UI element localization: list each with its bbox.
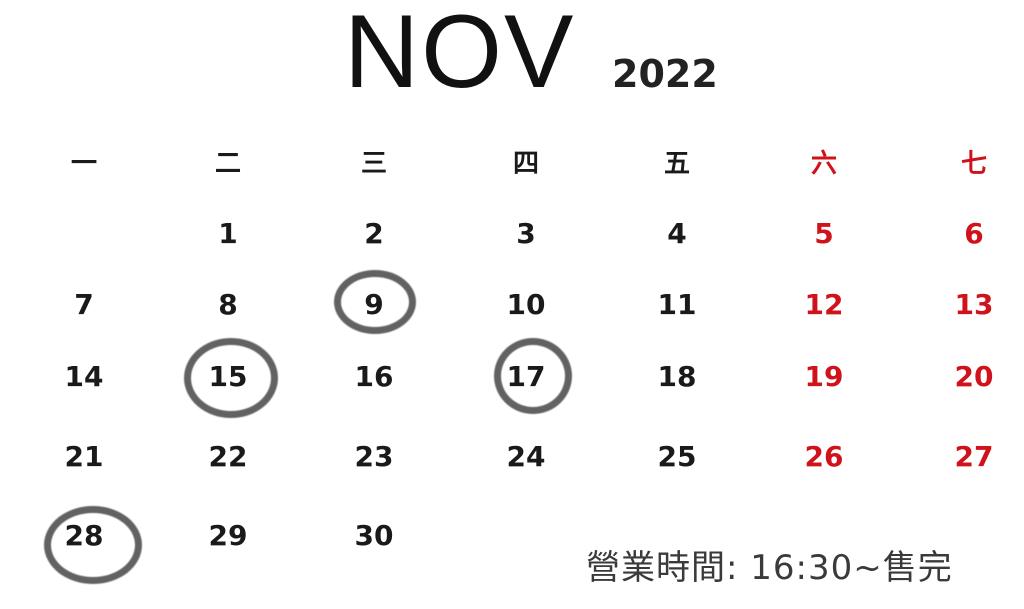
day-cell: 9 [364,288,384,321]
day-cell: 30 [354,519,394,552]
weekday-tue: 二 [214,149,241,179]
weekday-wed: 三 [360,149,387,179]
weekday-sat: 六 [810,149,837,179]
day-cell: 4 [667,217,687,250]
day-cell: 12 [804,288,844,321]
day-cell: 19 [804,360,844,393]
day-cell: 1 [218,217,238,250]
day-cell: 24 [506,440,546,473]
day-cell: 26 [804,440,844,473]
day-cell: 21 [64,440,104,473]
day-cell: 27 [954,440,994,473]
day-cell: 23 [354,440,394,473]
weekday-fri: 五 [663,149,690,179]
weekday-mon: 一 [70,149,97,179]
day-cell: 18 [657,360,697,393]
day-cell: 7 [74,288,94,321]
day-cell: 28 [64,519,104,552]
year-label: 2022 [612,52,718,96]
day-cell: 25 [657,440,697,473]
day-cell: 16 [354,360,394,393]
day-cell: 10 [506,288,546,321]
day-cell: 3 [516,217,536,250]
day-cell: 17 [506,360,546,393]
day-cell: 15 [208,360,248,393]
day-cell: 14 [64,360,104,393]
day-cell: 29 [208,519,248,552]
weekday-sun: 七 [960,149,987,179]
day-cell: 22 [208,440,248,473]
day-cell: 11 [657,288,697,321]
day-cell: 6 [964,217,984,250]
day-cell: 5 [814,217,834,250]
day-cell: 13 [954,288,994,321]
month-title: NOV [344,0,576,110]
day-cell: 8 [218,288,238,321]
day-cell: 20 [954,360,994,393]
day-cell: 2 [364,217,384,250]
business-hours-text: 營業時間: 16:30~售完 [586,548,953,588]
weekday-thu: 四 [512,149,539,179]
